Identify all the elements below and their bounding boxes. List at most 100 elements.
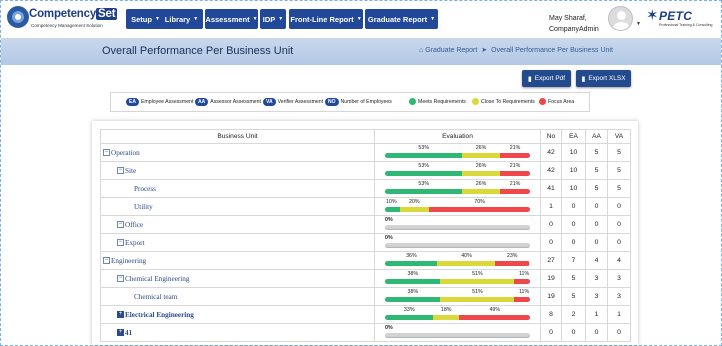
bar-segment-meets	[385, 153, 462, 158]
legend-tag-ea: EA	[126, 98, 139, 106]
legend-label-ea: Employee Assessment	[140, 99, 194, 105]
business-unit-name[interactable]: Site	[125, 167, 136, 175]
expand-icon[interactable]: +	[117, 329, 124, 337]
collapse-icon[interactable]: −	[117, 221, 124, 229]
nav-front-line-report[interactable]: Front-Line Report ▼	[289, 9, 363, 29]
bar-segment-meets	[385, 261, 438, 266]
business-unit-cell: − Export	[100, 233, 375, 252]
collapse-icon[interactable]: −	[117, 275, 124, 283]
ea-cell: 10	[561, 179, 586, 198]
bar-label-close: 51%	[472, 271, 483, 277]
legend-label-no: Number of Employees	[340, 99, 392, 105]
home-icon: ⌂	[419, 47, 424, 54]
ea-cell: 0	[561, 215, 586, 234]
bar-segment-close	[461, 153, 500, 158]
business-unit-name[interactable]: Operation	[111, 149, 140, 157]
expand-icon[interactable]: +	[117, 311, 124, 319]
ea-cell: 5	[561, 287, 586, 306]
evaluation-cell: 0%	[374, 233, 541, 252]
legend-tag-va: VA	[263, 98, 276, 106]
column-header-aa[interactable]: AA	[585, 129, 608, 144]
page-title: Overall Performance Per Business Unit	[102, 45, 294, 57]
chevron-down-icon: ▼	[356, 16, 362, 22]
bar-label-focus: 11%	[519, 271, 530, 277]
va-cell: 0	[607, 233, 631, 252]
business-unit-name[interactable]: Engineering	[111, 257, 146, 265]
evaluation-progress-bar	[385, 243, 530, 248]
nav-front-line-report-label: Front-Line Report	[290, 14, 354, 24]
bar-label-focus: 21%	[509, 145, 521, 151]
nav-graduate-report[interactable]: Graduate Report ▼	[365, 9, 438, 29]
avatar[interactable]	[608, 6, 633, 31]
bar-segment-close	[440, 279, 515, 284]
bar-label-close: 18%	[440, 307, 452, 313]
bar-label-meets: 38%	[407, 271, 419, 277]
business-unit-name[interactable]: Office	[125, 221, 143, 229]
breadcrumb-item-graduate-report[interactable]: Graduate Report	[425, 47, 477, 54]
user-menu-chevron-icon[interactable]: ▼	[636, 21, 641, 27]
business-unit-cell: + Electrical Engineering	[100, 305, 375, 324]
nav-graduate-report-label: Graduate Report	[367, 14, 428, 24]
evaluation-cell: 38% 51% 11%	[374, 287, 541, 306]
table-header-row: Business Unit Evaluation No EA AA VA	[100, 129, 631, 144]
ea-cell: 10	[561, 143, 586, 162]
no-cell: 8	[540, 305, 562, 324]
no-cell: 19	[540, 287, 562, 306]
export-xlsx-button[interactable]: ▮ Export XLSX	[576, 70, 631, 87]
column-header-va[interactable]: VA	[607, 129, 631, 144]
table-body: − Operation 53% 26% 21% 42 10 5 5− Site 53% 26% 21% 4…	[100, 143, 631, 342]
petc-subtitle: Professional Training & Consulting	[659, 23, 713, 27]
column-header-evaluation[interactable]: Evaluation	[374, 129, 541, 144]
business-unit-name[interactable]: 41	[125, 329, 132, 337]
competencyset-logo[interactable]: Competency Set Competency Management Solu…	[7, 6, 123, 34]
no-cell: 27	[540, 251, 562, 270]
business-unit-name[interactable]: Chemical Engineering	[125, 275, 189, 283]
export-pdf-label: Export Pdf	[534, 75, 566, 82]
legend-label-aa: Assessor Assessment	[210, 99, 261, 105]
bar-segment-focus	[514, 297, 530, 302]
bar-label-zero: 0%	[385, 235, 393, 241]
column-header-ea[interactable]: EA	[561, 129, 586, 144]
business-unit-cell: +41	[100, 323, 375, 342]
bar-label-focus: 23%	[506, 253, 518, 259]
business-unit-cell: Process	[100, 179, 375, 198]
column-header-business-unit[interactable]: Business Unit	[100, 129, 375, 144]
ea-cell: 0	[561, 197, 586, 216]
bar-label-close: 20%	[409, 199, 420, 205]
business-unit-name[interactable]: Utility	[134, 203, 153, 211]
aa-cell: 4	[585, 251, 608, 270]
va-cell: 5	[607, 161, 631, 180]
legend-label-meets: Meets Requirements	[418, 98, 466, 105]
nav-library[interactable]: Library ▼	[160, 9, 203, 29]
bar-segment-meets	[385, 207, 400, 212]
bar-segment-close	[437, 261, 496, 266]
legend-item-focus: Focus Area	[539, 98, 574, 105]
collapse-icon[interactable]: −	[117, 239, 124, 247]
collapse-icon[interactable]: −	[117, 167, 124, 175]
logo-mark-icon	[7, 6, 29, 28]
collapse-icon[interactable]: −	[103, 257, 110, 265]
collapse-icon[interactable]: −	[103, 149, 110, 157]
bar-segment-focus	[499, 189, 530, 194]
business-unit-name[interactable]: Electrical Engineering	[125, 311, 194, 319]
petc-word: PETC	[659, 9, 693, 23]
bar-segment-close	[461, 171, 500, 176]
business-unit-name[interactable]: Chemical team	[134, 293, 177, 301]
ea-cell: 10	[561, 161, 586, 180]
business-unit-name[interactable]: Process	[134, 185, 156, 193]
bar-label-focus: 11%	[519, 289, 530, 295]
table-row: − Export 0% 0 0 0 0	[100, 233, 631, 252]
user-name: May Sharaf,	[549, 15, 587, 22]
business-unit-name[interactable]: Export	[125, 239, 145, 247]
bar-segment-close	[461, 189, 500, 194]
table-row: − Site 53% 26% 21% 42 10 5 5	[100, 161, 631, 180]
evaluation-progress-bar	[385, 333, 530, 338]
va-cell: 3	[607, 287, 631, 306]
bar-segment-focus	[499, 153, 530, 158]
column-header-no[interactable]: No	[540, 129, 562, 144]
nav-assessment[interactable]: Assessment ▼	[205, 9, 258, 29]
nav-idp[interactable]: IDP ▼	[260, 9, 286, 29]
aa-cell: 0	[585, 233, 608, 252]
export-pdf-button[interactable]: ▮ Export Pdf	[522, 70, 571, 87]
evaluation-progress-bar	[385, 189, 530, 194]
